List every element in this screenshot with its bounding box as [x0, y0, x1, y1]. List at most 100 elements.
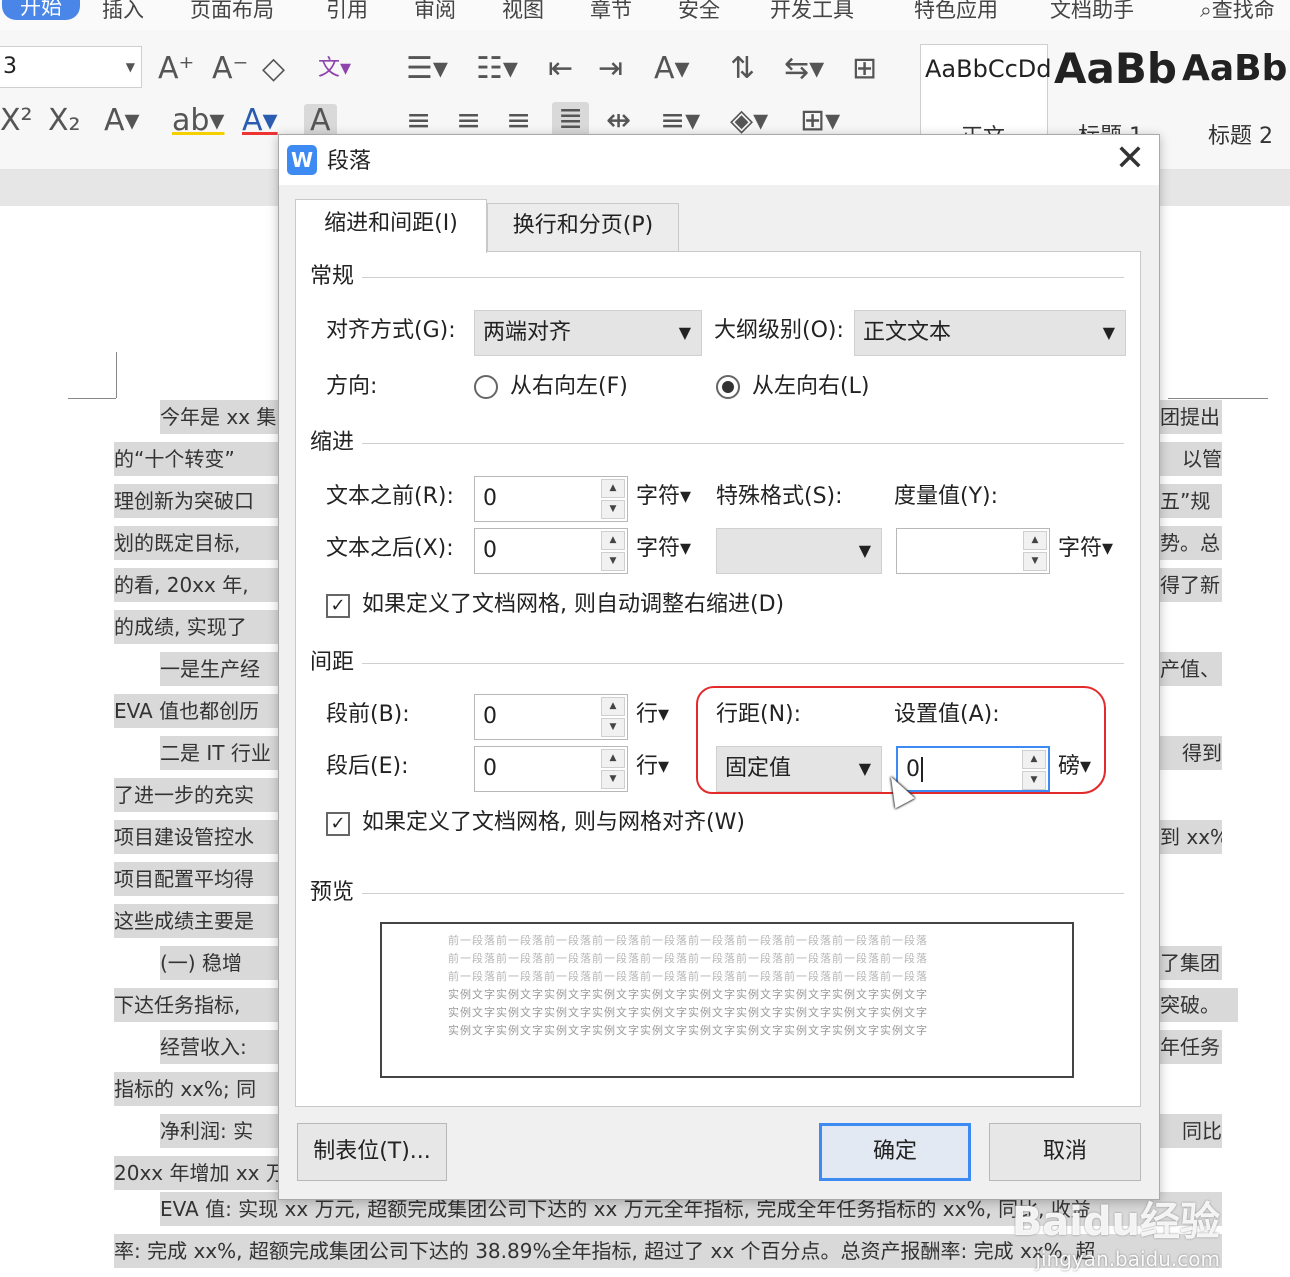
rtl-radio[interactable] [474, 375, 498, 399]
spin-up-icon[interactable]: ▲ [601, 531, 625, 550]
doc-line: 的看, 20xx 年, [114, 568, 280, 602]
table-icon[interactable]: ⊞ [852, 52, 877, 86]
menu-bar: 开始 插入 页面布局 引用 审阅 视图 章节 安全 开发工具 特色应用 文档助手… [0, 0, 1290, 30]
space-unit-select[interactable]: 行▾ [636, 700, 669, 730]
font-color-icon[interactable]: A▾ [242, 104, 278, 138]
subscript-icon[interactable]: X₂ [48, 104, 81, 138]
spin-down-icon[interactable]: ▼ [601, 500, 625, 519]
crop-mark [116, 352, 117, 398]
chevron-down-icon: ▼ [125, 60, 135, 74]
superscript-icon[interactable]: X² [0, 104, 33, 138]
text-effect-icon[interactable]: A▾ [104, 104, 140, 138]
tab-stops-button[interactable]: 制表位(T)... [297, 1123, 447, 1181]
space-unit-select[interactable]: 行▾ [636, 752, 669, 782]
font-size-select[interactable]: 3 ▼ [0, 46, 142, 88]
align-justify-icon[interactable]: ≣ [552, 102, 590, 136]
close-icon[interactable]: ✕ [1115, 137, 1145, 181]
doc-line: 下达任务指标, [114, 988, 280, 1022]
spin-down-icon[interactable]: ▼ [601, 718, 625, 737]
menu-references[interactable]: 引用 [326, 0, 368, 24]
text-direction-icon[interactable]: A▾ [654, 52, 690, 86]
chevron-down-icon: ▼ [1102, 323, 1115, 342]
special-format-select[interactable]: ▼ [716, 528, 882, 574]
doc-line: 一是生产经 [160, 652, 280, 686]
distributed-icon[interactable]: ⇹ [606, 104, 631, 138]
space-before-input[interactable]: 0 ▲ ▼ [474, 694, 628, 740]
menu-insert[interactable]: 插入 [102, 0, 144, 24]
outline-level-select[interactable]: 正文文本 ▼ [854, 310, 1126, 356]
menu-review[interactable]: 审阅 [414, 0, 456, 24]
doc-line: 产值、 [1160, 652, 1222, 686]
highlight-icon[interactable]: ab▾ [172, 104, 225, 138]
wps-writer-icon: W [287, 145, 317, 175]
menu-home[interactable]: 开始 [2, 0, 80, 20]
measure-unit-select[interactable]: 字符▾ [1058, 534, 1113, 564]
dialog-titlebar[interactable]: W 段落 ✕ [279, 135, 1159, 185]
snap-to-grid-checkbox[interactable]: ✓ [326, 812, 350, 836]
space-after-label: 段后(E): [326, 754, 409, 779]
align-right-icon[interactable]: ≡ [506, 104, 531, 138]
clear-format-icon[interactable]: ◇ [262, 52, 285, 86]
shading-icon[interactable]: ◈▾ [730, 104, 768, 138]
menu-developer[interactable]: 开发工具 [770, 0, 854, 24]
style-heading-2[interactable]: AaBb 标题 2 [1180, 44, 1290, 164]
grow-font-icon[interactable]: A⁺ [158, 52, 194, 86]
phonetic-guide-icon[interactable]: 文▾ [318, 52, 351, 86]
measure-input[interactable]: ▲ ▼ [896, 528, 1050, 574]
paragraph-spacing-icon[interactable]: ≡▾ [660, 104, 700, 138]
borders-icon[interactable]: ⊞▾ [800, 104, 840, 138]
chevron-down-icon: ▼ [678, 323, 691, 342]
doc-line: EVA 值也都创历 [114, 694, 280, 728]
menu-search[interactable]: ⌕查找命 [1200, 0, 1275, 24]
sort-icon[interactable]: ⇅ [730, 52, 755, 86]
ltr-radio[interactable] [716, 375, 740, 399]
crop-mark [1168, 398, 1268, 399]
menu-page-layout[interactable]: 页面布局 [190, 0, 274, 24]
doc-line: 二是 IT 行业 [160, 736, 280, 770]
spin-up-icon[interactable]: ▲ [601, 479, 625, 498]
doc-line: 突破。 [1160, 988, 1238, 1022]
spin-down-icon[interactable]: ▼ [601, 552, 625, 571]
numbering-icon[interactable]: ☷▾ [476, 52, 518, 86]
alignment-select[interactable]: 两端对齐 ▼ [474, 310, 702, 356]
shrink-font-icon[interactable]: A⁻ [212, 52, 248, 86]
indent-unit-select[interactable]: 字符▾ [636, 534, 691, 564]
doc-line: 的“十个转变” [114, 442, 280, 476]
tab-indent-spacing[interactable]: 缩进和间距(I) [295, 199, 487, 253]
doc-line: 得了新 [1160, 568, 1222, 602]
char-shading-icon[interactable]: A [304, 104, 337, 138]
section-preview: 预览 [310, 878, 1130, 908]
spin-up-icon[interactable]: ▲ [1023, 531, 1047, 550]
doc-line: 以管 [1160, 442, 1222, 476]
doc-line: 这些成绩主要是 [114, 904, 280, 938]
indent-before-input[interactable]: 0 ▲ ▼ [474, 476, 628, 522]
outline-level-label: 大纲级别(O): [714, 318, 844, 343]
spin-up-icon[interactable]: ▲ [601, 749, 625, 768]
space-after-input[interactable]: 0 ▲ ▼ [474, 746, 628, 792]
cancel-button[interactable]: 取消 [989, 1123, 1141, 1181]
menu-security[interactable]: 安全 [678, 0, 720, 24]
menu-features[interactable]: 特色应用 [914, 0, 998, 24]
bullets-icon[interactable]: ☰▾ [406, 52, 448, 86]
decrease-indent-icon[interactable]: ⇤ [548, 52, 573, 86]
menu-chapter[interactable]: 章节 [590, 0, 632, 24]
line-spacing-icon[interactable]: ⇆▾ [784, 52, 824, 86]
increase-indent-icon[interactable]: ⇥ [598, 52, 623, 86]
doc-line: 同比 [1160, 1114, 1222, 1148]
special-format-label: 特殊格式(S): [716, 484, 843, 509]
ok-button[interactable]: 确定 [819, 1123, 971, 1181]
align-left-icon[interactable]: ≡ [406, 104, 431, 138]
rtl-label: 从右向左(F) [510, 374, 628, 399]
auto-right-indent-checkbox[interactable]: ✓ [326, 594, 350, 618]
spin-up-icon[interactable]: ▲ [601, 697, 625, 716]
spin-down-icon[interactable]: ▼ [601, 770, 625, 789]
align-center-icon[interactable]: ≡ [456, 104, 481, 138]
spin-down-icon[interactable]: ▼ [1023, 552, 1047, 571]
menu-view[interactable]: 视图 [502, 0, 544, 24]
indent-unit-select[interactable]: 字符▾ [636, 482, 691, 512]
search-icon: ⌕ [1200, 0, 1212, 22]
indent-after-input[interactable]: 0 ▲ ▼ [474, 528, 628, 574]
tab-line-page-breaks[interactable]: 换行和分页(P) [487, 203, 679, 251]
menu-assistant[interactable]: 文档助手 [1050, 0, 1134, 24]
watermark-url: jingyan.baidu.com [1035, 1247, 1220, 1271]
